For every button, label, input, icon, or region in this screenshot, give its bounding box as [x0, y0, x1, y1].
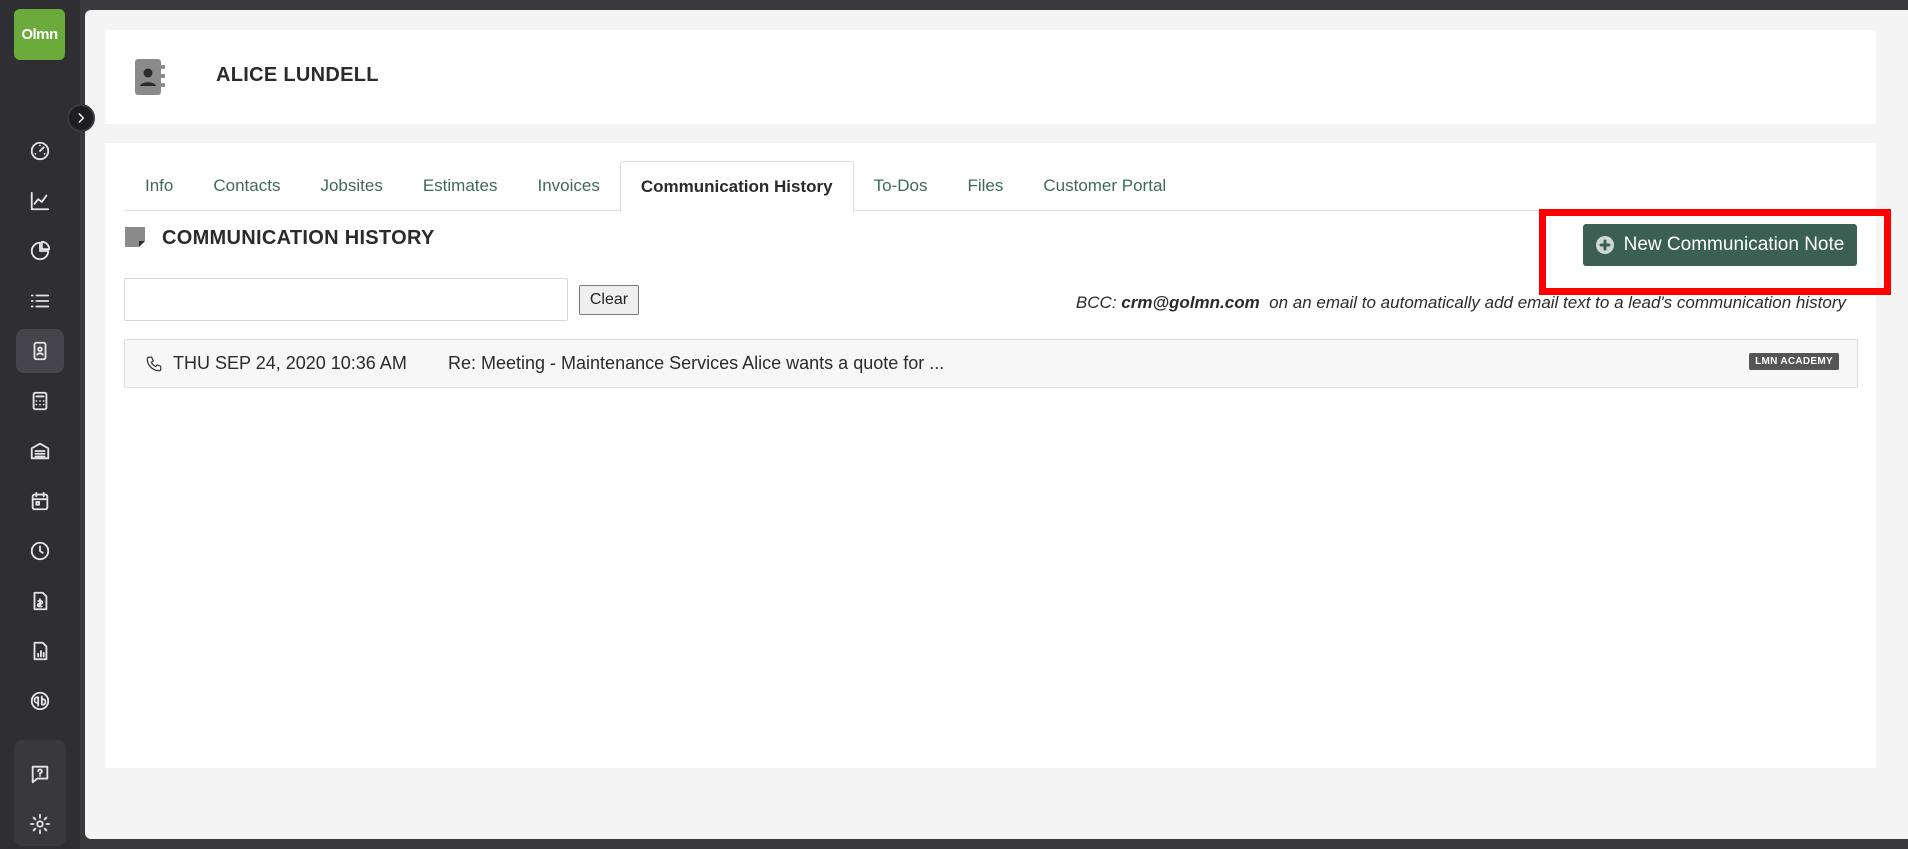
clear-button[interactable]: Clear [579, 285, 639, 315]
new-note-label: New Communication Note [1623, 234, 1845, 255]
tab-jobsites[interactable]: Jobsites [300, 161, 402, 211]
bcc-email[interactable]: crm@golmn.com [1121, 293, 1259, 312]
chevron-right-icon [78, 113, 85, 123]
communication-row[interactable]: THU SEP 24, 2020 10:36 AM Re: Meeting - … [124, 339, 1858, 388]
section-title: COMMUNICATION HISTORY [162, 227, 435, 249]
row-badge: LMN ACADEMY [1749, 353, 1839, 370]
tab-files[interactable]: Files [947, 161, 1023, 211]
tab-customer-portal[interactable]: Customer Portal [1023, 161, 1186, 211]
sidebar-item-settings[interactable] [16, 802, 64, 846]
sidebar-expand-button[interactable] [67, 104, 95, 132]
new-communication-note-button[interactable]: New Communication Note [1583, 224, 1857, 266]
sticky-note-icon [124, 226, 146, 248]
contact-book-icon [133, 58, 167, 96]
sidebar-item-help[interactable] [16, 752, 64, 796]
sidebar-item-job-reports[interactable] [16, 629, 64, 673]
phone-icon [145, 355, 163, 373]
contact-card-icon [33, 341, 47, 361]
tab-bar: Info Contacts Jobsites Estimates Invoice… [125, 161, 1856, 212]
sidebar-item-customers[interactable] [16, 329, 64, 373]
sidebar-item-calendar[interactable] [16, 479, 64, 523]
sidebar-item-analytics[interactable] [16, 179, 64, 223]
gear-icon [29, 813, 51, 835]
clock-icon [30, 541, 50, 561]
tab-invoices[interactable]: Invoices [517, 161, 619, 211]
sidebar-item-lists[interactable] [16, 279, 64, 323]
calendar-icon [31, 491, 49, 511]
help-icon [31, 765, 49, 784]
invoice-icon [33, 591, 48, 611]
tab-to-dos[interactable]: To-Dos [854, 161, 948, 211]
sidebar-item-timesheets[interactable] [16, 529, 64, 573]
tab-estimates[interactable]: Estimates [403, 161, 518, 211]
plus-circle-icon [1595, 236, 1614, 254]
communication-panel: Info Contacts Jobsites Estimates Invoice… [105, 143, 1891, 768]
calculator-icon [32, 391, 48, 411]
row-date: THU SEP 24, 2020 10:36 AM [173, 353, 407, 373]
sidebar-item-reports[interactable] [16, 229, 64, 273]
list-icon [30, 294, 50, 308]
dashboard-icon [30, 141, 50, 161]
line-chart-icon [30, 191, 50, 211]
tab-info[interactable]: Info [125, 161, 193, 211]
main-content: ALICE LUNDELL Info Contacts Jobsites Est… [85, 10, 1908, 839]
pie-chart-icon [30, 240, 51, 261]
bcc-suffix: on an email to automatically add email t… [1269, 293, 1846, 312]
sidebar-item-warehouse[interactable] [16, 429, 64, 473]
app-logo[interactable]: Olmn [14, 9, 65, 60]
sidebar-item-estimates[interactable] [16, 379, 64, 423]
report-icon [33, 641, 48, 661]
bcc-prefix: BCC: [1075, 293, 1117, 312]
search-input[interactable] [124, 278, 568, 321]
row-subject: Re: Meeting - Maintenance Services Alice… [448, 353, 945, 373]
customer-name: ALICE LUNDELL [216, 64, 379, 86]
tab-contacts[interactable]: Contacts [193, 161, 300, 211]
warehouse-icon [30, 442, 50, 460]
quickbooks-icon [30, 691, 50, 711]
sidebar-item-invoices[interactable] [16, 579, 64, 623]
sidebar: Olmn [0, 0, 80, 849]
bcc-instructions: BCC: crm@golmn.com on an email to automa… [1076, 293, 1846, 313]
sidebar-item-dashboard[interactable] [16, 129, 64, 173]
tab-communication-history[interactable]: Communication History [619, 161, 854, 212]
customer-header: ALICE LUNDELL [105, 30, 1876, 124]
sidebar-item-quickbooks[interactable] [16, 679, 64, 723]
